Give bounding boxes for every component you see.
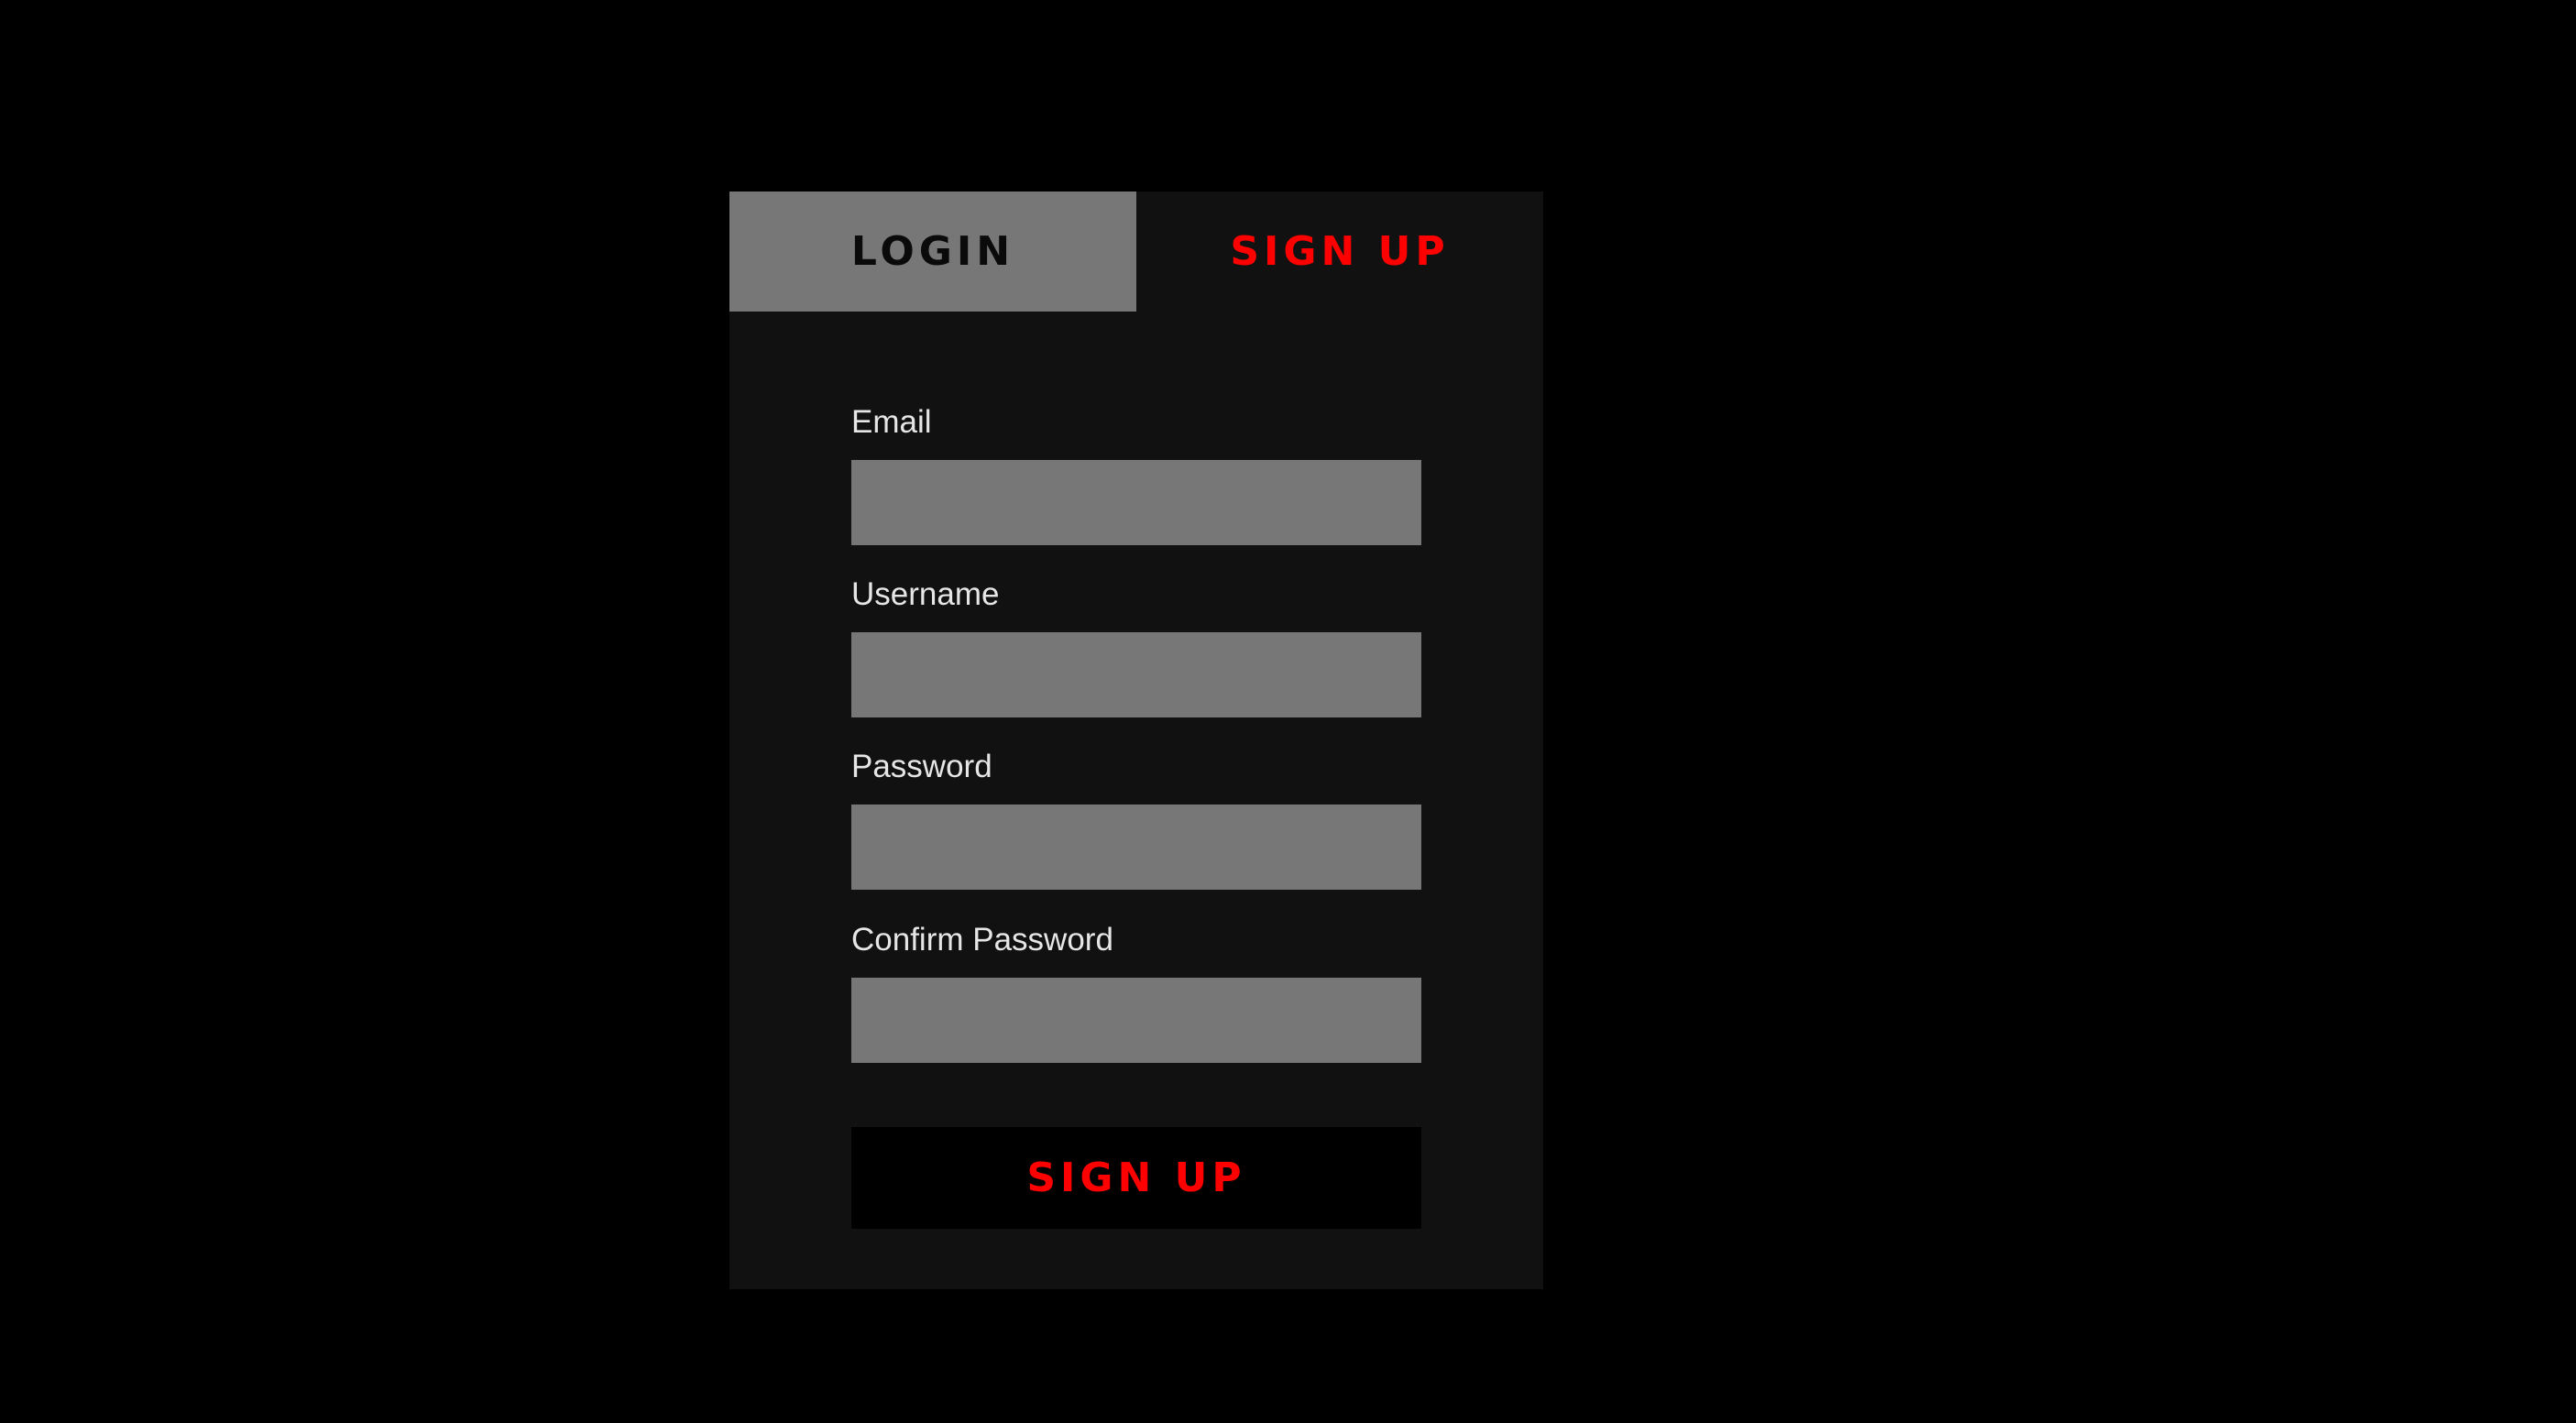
password-label: Password: [851, 749, 992, 784]
signup-card: LOGIN SIGN UP Email Username Password Co…: [729, 192, 1543, 1289]
sign-up-button[interactable]: SIGN UP: [851, 1127, 1421, 1229]
tab-login-label: LOGIN: [850, 228, 1015, 275]
email-label: Email: [851, 404, 932, 440]
tab-login[interactable]: LOGIN: [729, 192, 1136, 312]
auth-tabs: LOGIN SIGN UP: [729, 192, 1543, 312]
tab-signup[interactable]: SIGN UP: [1136, 192, 1543, 312]
password-field[interactable]: [851, 805, 1421, 890]
confirm-password-field[interactable]: [851, 978, 1421, 1063]
username-label: Username: [851, 576, 1000, 612]
username-field[interactable]: [851, 632, 1421, 717]
tab-signup-label: SIGN UP: [1230, 228, 1450, 275]
email-field[interactable]: [851, 460, 1421, 545]
sign-up-button-label: SIGN UP: [1026, 1155, 1246, 1201]
confirm-password-label: Confirm Password: [851, 922, 1113, 958]
